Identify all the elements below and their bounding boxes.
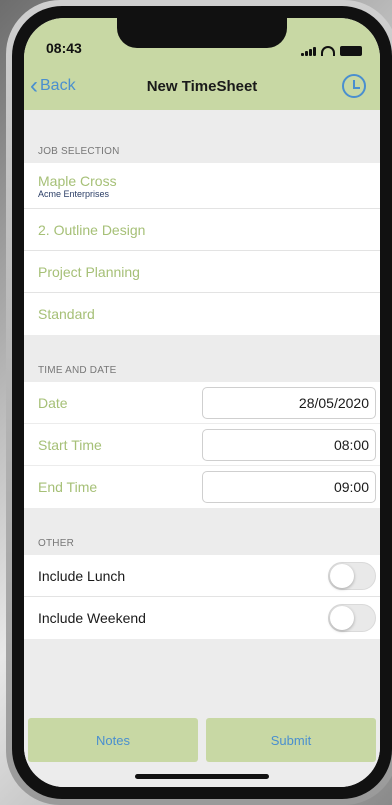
section-header-job: JOB SELECTION <box>38 146 120 157</box>
form-content: JOB SELECTION Maple Cross Acme Enterpris… <box>24 110 380 787</box>
chevron-left-icon: ‹ <box>30 72 38 99</box>
job-row-client[interactable]: Maple Cross Acme Enterprises <box>24 163 380 209</box>
section-header-other: OTHER <box>38 538 74 549</box>
toggle-knob <box>330 563 354 588</box>
date-row: Date <box>24 382 380 424</box>
start-time-row: Start Time <box>24 424 380 466</box>
wifi-icon <box>321 46 335 56</box>
app-screen: 08:43 ‹ Back New TimeSheet JOB SELECTION… <box>24 18 380 787</box>
submit-button[interactable]: Submit <box>206 718 376 762</box>
include-weekend-toggle[interactable] <box>328 604 376 632</box>
history-icon[interactable] <box>342 74 366 98</box>
other-group: Include Lunch Include Weekend <box>24 555 380 639</box>
include-weekend-label: Include Weekend <box>38 610 146 626</box>
home-indicator[interactable] <box>135 774 269 779</box>
task-name: Project Planning <box>38 263 140 280</box>
end-time-field[interactable] <box>202 471 376 503</box>
job-selection-group: Maple Cross Acme Enterprises 2. Outline … <box>24 163 380 335</box>
job-row-stage[interactable]: 2. Outline Design <box>24 209 380 251</box>
end-time-label: End Time <box>38 479 98 495</box>
start-time-field[interactable] <box>202 428 376 461</box>
action-bar: Notes Submit <box>24 718 380 762</box>
rate-name: Standard <box>38 306 95 322</box>
start-time-label: Start Time <box>38 436 102 453</box>
signal-icon <box>301 46 316 56</box>
phone-frame: 08:43 ‹ Back New TimeSheet JOB SELECTION… <box>6 0 392 805</box>
include-lunch-toggle[interactable] <box>328 561 376 590</box>
phone-bezel: 08:43 ‹ Back New TimeSheet JOB SELECTION… <box>12 6 392 799</box>
status-icons <box>301 46 362 56</box>
navigation-bar: ‹ Back New TimeSheet <box>24 62 380 110</box>
notes-button[interactable]: Notes <box>28 718 198 762</box>
job-row-task[interactable]: Project Planning <box>24 251 380 293</box>
page-title: New TimeSheet <box>146 77 258 95</box>
back-label: Back <box>40 77 76 94</box>
back-button[interactable]: ‹ Back <box>30 74 76 98</box>
include-lunch-label: Include Lunch <box>38 567 126 584</box>
battery-icon <box>340 46 362 56</box>
job-row-rate[interactable]: Standard <box>24 293 380 335</box>
status-time: 08:43 <box>46 40 82 56</box>
date-field[interactable] <box>202 386 376 419</box>
job-name: Maple Cross <box>38 172 117 189</box>
date-label: Date <box>38 394 68 411</box>
stage-name: 2. Outline Design <box>38 221 146 238</box>
include-lunch-row: Include Lunch <box>24 555 380 597</box>
client-name: Acme Enterprises <box>38 188 110 199</box>
toggle-knob <box>330 606 354 630</box>
notch <box>117 18 287 48</box>
end-time-row: End Time <box>24 466 380 508</box>
time-date-group: Date Start Time End Time <box>24 382 380 508</box>
section-header-time: TIME AND DATE <box>38 365 117 376</box>
include-weekend-row: Include Weekend <box>24 597 380 639</box>
